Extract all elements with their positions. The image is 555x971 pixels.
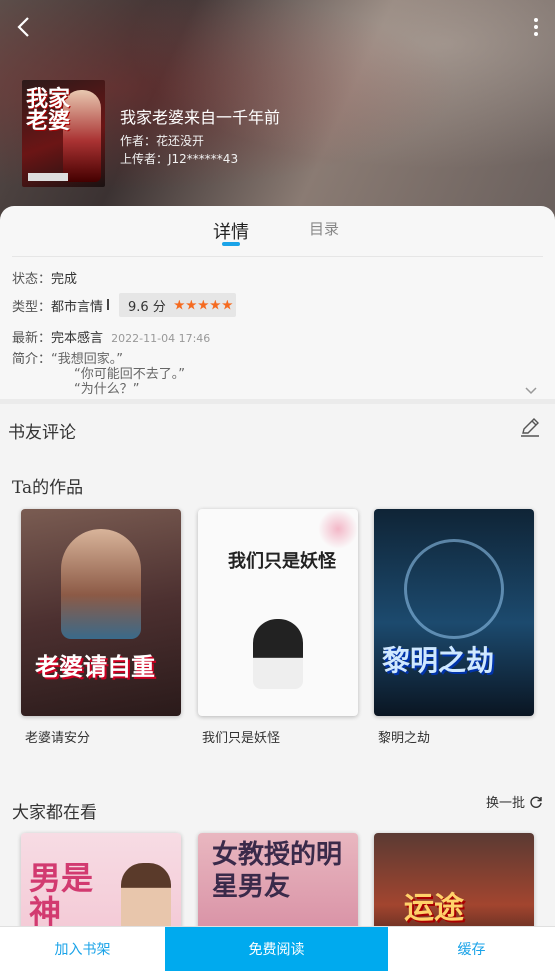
tab-indicator bbox=[222, 242, 240, 246]
latest-label: 最新： bbox=[12, 331, 52, 346]
book-cover[interactable]: 我们只是妖怪 bbox=[198, 509, 358, 716]
type-separator bbox=[107, 299, 109, 310]
book-cover[interactable]: 黎明之劫 bbox=[374, 509, 534, 716]
refresh-icon bbox=[530, 796, 542, 808]
author-label[interactable]: 作者：花还没开 bbox=[120, 132, 204, 149]
intro-line: “你可能回不去了。” bbox=[74, 367, 185, 382]
bottom-action-bar: 加入书架 免费阅读 缓存 bbox=[0, 926, 555, 971]
status-value: 完成 bbox=[51, 272, 78, 287]
add-to-shelf-button[interactable]: 加入书架 bbox=[0, 927, 165, 971]
type-row: 类型：都市言情 bbox=[12, 296, 103, 315]
book-name[interactable]: 黎明之劫 bbox=[378, 727, 430, 746]
works-title: Ta的作品 bbox=[12, 478, 84, 498]
status-row: 状态：完成 bbox=[12, 268, 77, 287]
book-detail-screen: 我家老婆 我家老婆来自一千年前 作者：花还没开 上传者：J12******43 … bbox=[0, 0, 555, 971]
comments-title: 书友评论 bbox=[8, 423, 76, 443]
type-label: 类型： bbox=[12, 300, 52, 315]
rating-stars bbox=[174, 299, 233, 311]
intro-line: “我想回家。” bbox=[51, 352, 123, 367]
more-vertical-icon[interactable] bbox=[531, 14, 541, 40]
cover-title-text: 黎明之劫 bbox=[382, 644, 495, 677]
pencil-icon[interactable] bbox=[519, 416, 541, 438]
cover-title-text: 老婆请自重 bbox=[35, 652, 155, 681]
cache-button[interactable]: 缓存 bbox=[388, 927, 555, 971]
star-icon bbox=[186, 299, 197, 310]
latest-row[interactable]: 最新：完本感言 2022-11-04 17:46 bbox=[12, 327, 210, 346]
section-gap bbox=[0, 399, 555, 404]
tab-catalog[interactable]: 目录 bbox=[309, 218, 339, 239]
score-value: 9.6 分 bbox=[128, 299, 166, 315]
intro-block: 简介：“我想回家。” “你可能回不去了。” “为什么？” bbox=[12, 352, 185, 397]
tab-divider bbox=[12, 256, 543, 257]
status-label: 状态： bbox=[12, 272, 52, 287]
type-value[interactable]: 都市言情 bbox=[51, 300, 103, 315]
book-title: 我家老婆来自一千年前 bbox=[120, 108, 281, 127]
intro-line: “为什么？” bbox=[74, 382, 140, 397]
tab-details[interactable]: 详情 bbox=[213, 218, 249, 244]
cover-figure bbox=[61, 529, 141, 639]
chevron-down-icon[interactable] bbox=[525, 386, 537, 396]
cover-title-text: 我们只是妖怪 bbox=[228, 551, 336, 572]
cover-title-text: 我家老婆 bbox=[26, 86, 71, 134]
chevron-left-icon[interactable] bbox=[12, 14, 36, 40]
cover-title-text: 女教授的明星男友 bbox=[212, 840, 343, 902]
cover-title-text: 男是神 bbox=[29, 859, 94, 931]
rating-badge: 9.6 分 bbox=[119, 293, 236, 317]
latest-chapter[interactable]: 完本感言 bbox=[51, 331, 103, 346]
star-icon bbox=[198, 299, 209, 310]
book-name[interactable]: 老婆请安分 bbox=[25, 727, 90, 746]
cover-flowers bbox=[318, 509, 358, 549]
cover-title-text: 运途 bbox=[404, 891, 464, 926]
free-read-button[interactable]: 免费阅读 bbox=[165, 927, 388, 971]
book-cover[interactable]: 老婆请自重 bbox=[21, 509, 181, 716]
latest-time: 2022-11-04 17:46 bbox=[111, 332, 211, 345]
popular-title: 大家都在看 bbox=[12, 803, 97, 823]
detail-card: 详情 目录 状态：完成 类型：都市言情 9.6 分 最新：完本感言 2022-1… bbox=[0, 206, 555, 403]
refresh-button[interactable]: 换一批 bbox=[486, 792, 543, 811]
book-name[interactable]: 我们只是妖怪 bbox=[202, 727, 280, 746]
cover-publisher-bar bbox=[28, 173, 68, 181]
book-cover[interactable]: 我家老婆 bbox=[22, 80, 105, 187]
intro-label: 简介： bbox=[12, 352, 52, 367]
star-icon bbox=[210, 299, 221, 310]
refresh-label: 换一批 bbox=[486, 796, 526, 811]
star-icon bbox=[222, 299, 233, 310]
uploader-label: 上传者：J12******43 bbox=[120, 152, 239, 166]
cover-ring bbox=[404, 539, 504, 639]
cover-figure bbox=[253, 619, 303, 689]
cover-figure bbox=[121, 863, 171, 933]
star-icon bbox=[174, 299, 185, 310]
